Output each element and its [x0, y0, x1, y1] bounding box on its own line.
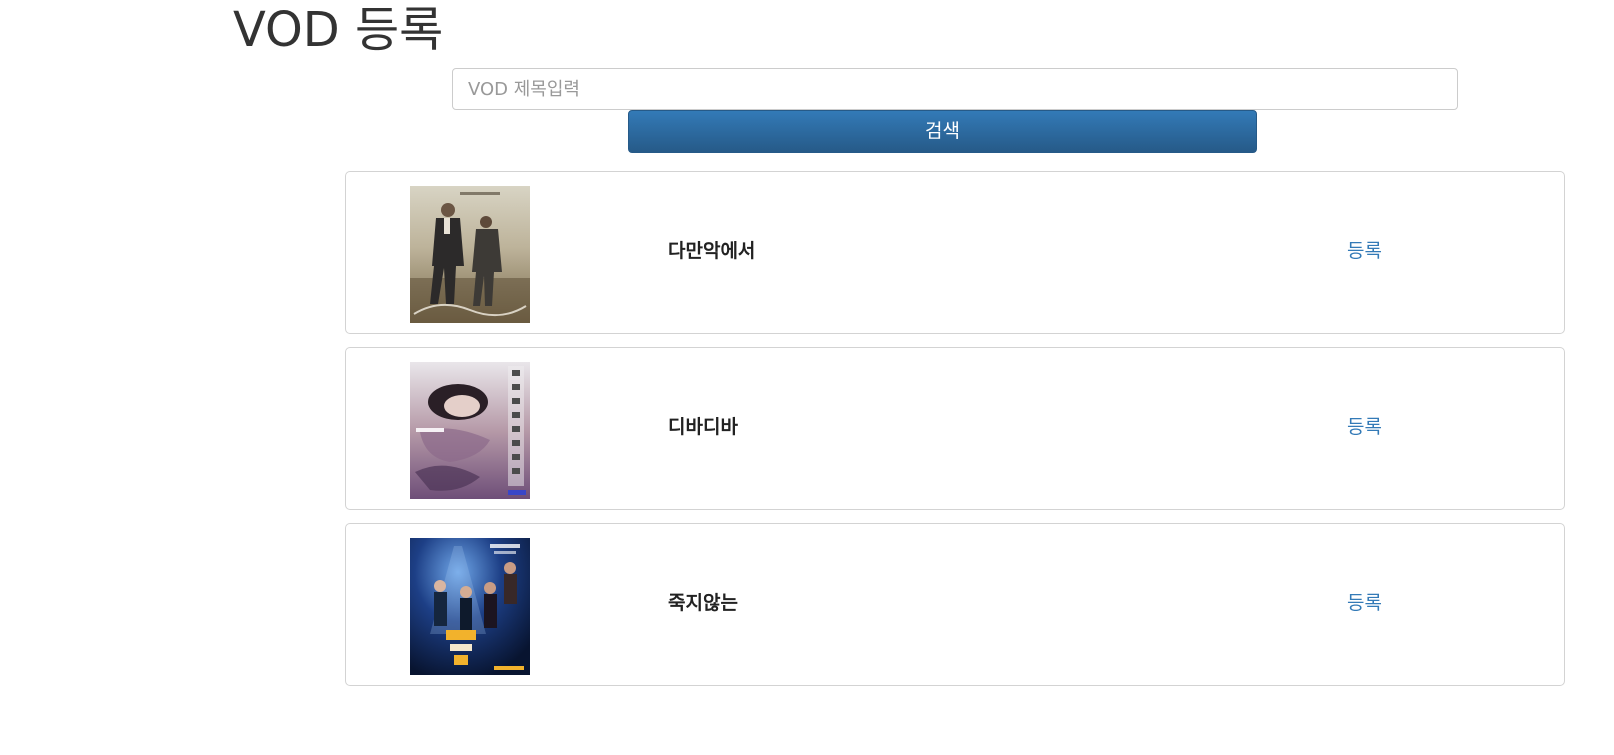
vod-title: 디바디바 [668, 416, 738, 438]
vod-card: 죽지않는 등록 [345, 523, 1565, 686]
vod-card: 다만악에서 등록 [345, 171, 1565, 334]
movie-poster [410, 538, 530, 675]
vod-card: 디바디바 등록 [345, 347, 1565, 510]
search-input[interactable] [452, 68, 1458, 110]
register-link[interactable]: 등록 [1347, 588, 1382, 615]
vod-title: 다만악에서 [668, 240, 756, 262]
page-title: VOD 등록 [233, 2, 444, 58]
register-link[interactable]: 등록 [1347, 236, 1382, 263]
movie-poster [410, 362, 530, 499]
search-button[interactable]: 검색 [628, 110, 1257, 153]
vod-title: 죽지않는 [668, 592, 738, 614]
movie-poster [410, 186, 530, 323]
register-link[interactable]: 등록 [1347, 412, 1382, 439]
